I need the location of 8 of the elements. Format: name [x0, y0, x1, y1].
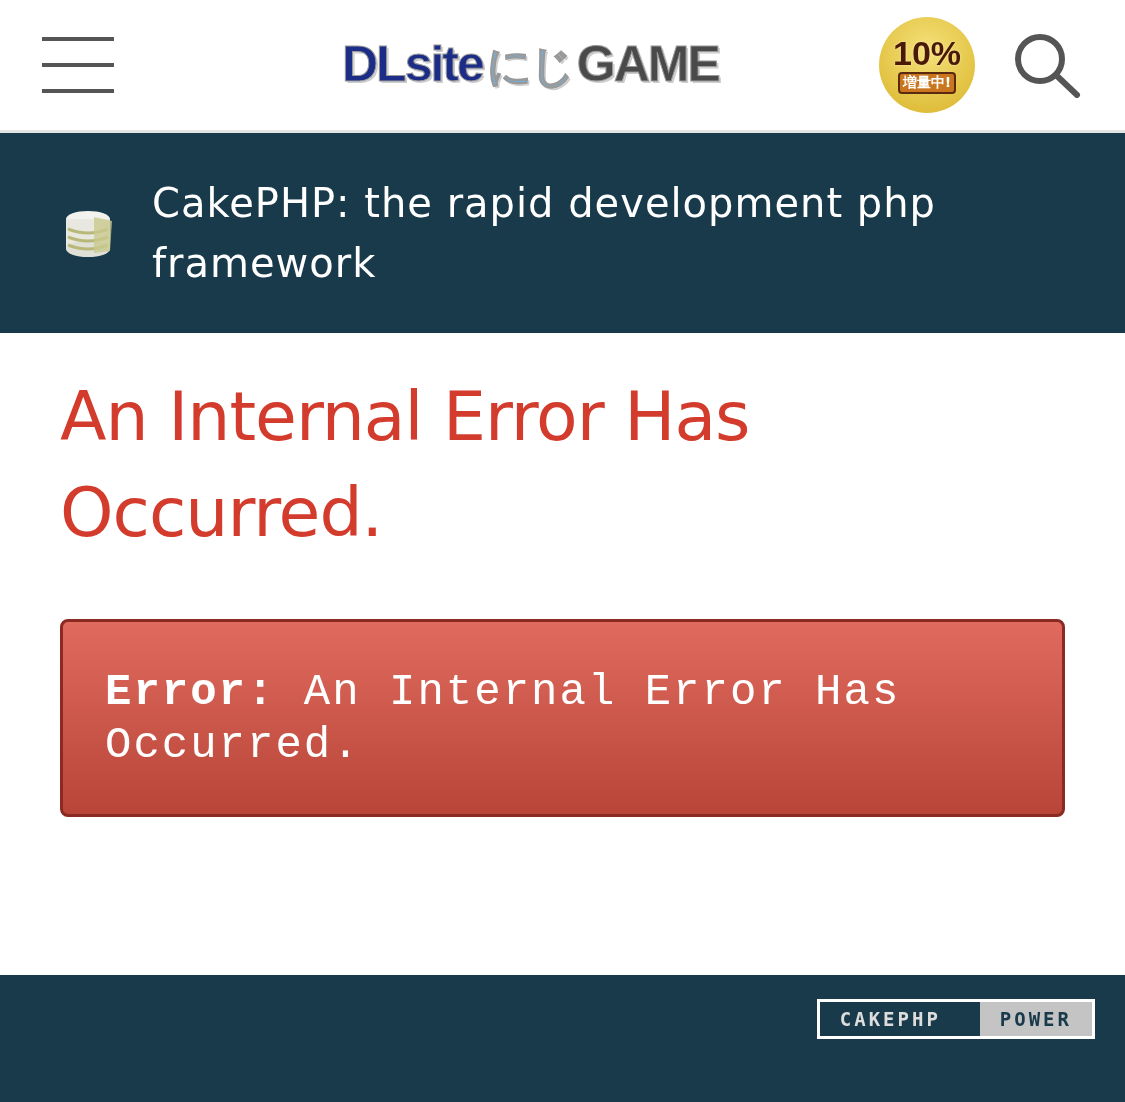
error-heading: An Internal Error Has Occurred.: [60, 376, 751, 554]
powered-by-badge[interactable]: CAKEPHP POWER: [816, 999, 1095, 1039]
banner-title: CakePHP: the rapid development php framework: [152, 179, 937, 288]
promo-badge[interactable]: 10% 増量中!: [879, 17, 975, 113]
error-message: Error: An Internal Error Has Occurred.: [60, 619, 1065, 817]
search-icon[interactable]: [1013, 32, 1081, 98]
site-logo[interactable]: DLsiteにじ GAME: [340, 34, 721, 96]
menu-icon[interactable]: [42, 37, 114, 93]
